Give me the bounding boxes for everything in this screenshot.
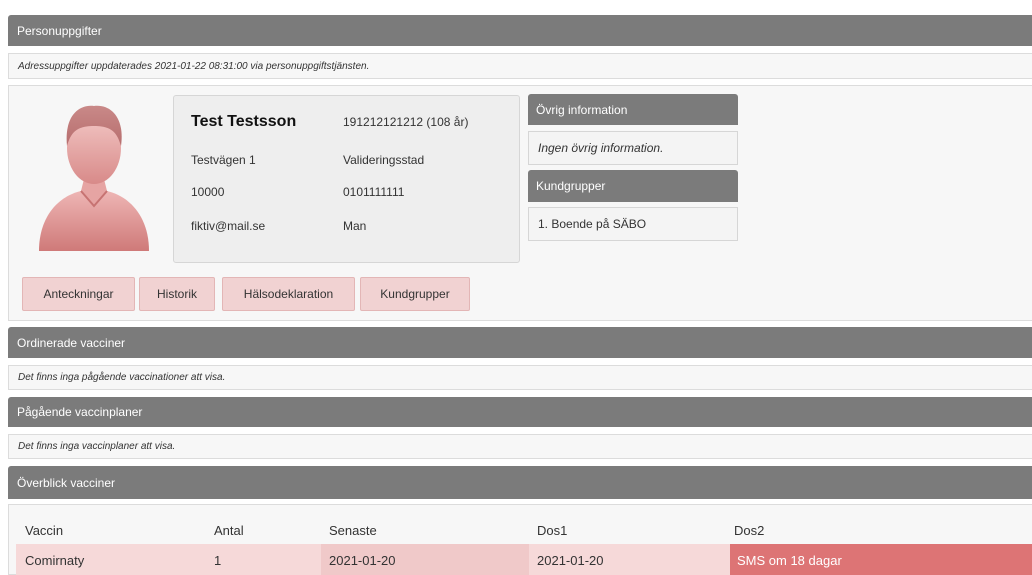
address-update-note: Adressuppgifter uppdaterades 2021-01-22 …	[8, 53, 1032, 79]
customer-groups-button[interactable]: Kundgrupper	[360, 277, 470, 311]
customer-groups-box: Kundgrupper 1. Boende på SÄBO	[528, 170, 738, 241]
vaccine-overview-table: Vaccin Antal Senaste Dos1 Dos2 Comirnaty…	[8, 504, 1032, 575]
vaccine-overview-title: Överblick vacciner	[17, 475, 116, 490]
vaccine-plans-note-text: Det finns inga vaccinplaner att visa.	[18, 441, 176, 452]
vaccine-plans-note: Det finns inga vaccinplaner att visa.	[8, 434, 1032, 459]
person-city: Valideringsstad	[343, 153, 425, 167]
personal-info-header: Personuppgifter	[8, 15, 1032, 46]
ordered-vaccines-note-text: Det finns inga pågående vaccinationer at…	[18, 372, 226, 383]
address-update-text: Adressuppgifter uppdaterades 2021-01-22 …	[18, 60, 370, 72]
other-info-header: Övrig information	[528, 94, 738, 125]
column-header-antal: Antal	[214, 523, 244, 538]
notes-button[interactable]: Anteckningar	[22, 277, 135, 311]
vaccine-plans-header: Pågående vaccinplaner	[8, 397, 1032, 427]
person-info-card: Test Testsson 191212121212 (108 år) Test…	[173, 95, 520, 263]
history-button[interactable]: Historik	[139, 277, 215, 311]
column-header-dos1: Dos1	[537, 523, 568, 538]
column-header-vaccin: Vaccin	[25, 523, 64, 538]
person-name: Test Testsson	[191, 113, 297, 130]
person-address: Testvägen 1	[191, 153, 256, 167]
personal-info-title: Personuppgifter	[17, 23, 102, 38]
cell-dos1: 2021-01-20	[537, 553, 604, 568]
avatar-icon	[39, 105, 149, 251]
health-declaration-button[interactable]: Hälsodeklaration	[222, 277, 355, 311]
cell-antal: 1	[214, 553, 222, 568]
ordered-vaccines-header: Ordinerade vacciner	[8, 327, 1032, 358]
ordered-vaccines-title: Ordinerade vacciner	[17, 335, 126, 350]
cell-senaste: 2021-01-20	[329, 553, 396, 568]
person-panel: Test Testsson 191212121212 (108 år) Test…	[8, 85, 1032, 321]
other-info-body: Ingen övrig information.	[528, 131, 738, 165]
person-email: fiktiv@mail.se	[191, 219, 266, 233]
column-header-senaste: Senaste	[329, 523, 377, 538]
person-gender: Man	[343, 219, 367, 233]
other-info-box: Övrig information Ingen övrig informatio…	[528, 94, 738, 165]
vaccine-plans-title: Pågående vaccinplaner	[17, 405, 143, 419]
vaccine-overview-header: Överblick vacciner	[8, 466, 1032, 499]
customer-groups-body: 1. Boende på SÄBO	[528, 207, 738, 241]
person-id-number: 191212121212 (108 år)	[343, 115, 469, 129]
column-header-dos2: Dos2	[734, 523, 765, 538]
cell-vaccin: Comirnaty	[25, 553, 85, 568]
person-phone: 0101111111	[343, 185, 405, 199]
cell-dos2: SMS om 18 dagar	[737, 553, 842, 568]
customer-groups-header: Kundgrupper	[528, 170, 738, 202]
person-postcode: 10000	[191, 185, 225, 199]
ordered-vaccines-note: Det finns inga pågående vaccinationer at…	[8, 365, 1032, 390]
